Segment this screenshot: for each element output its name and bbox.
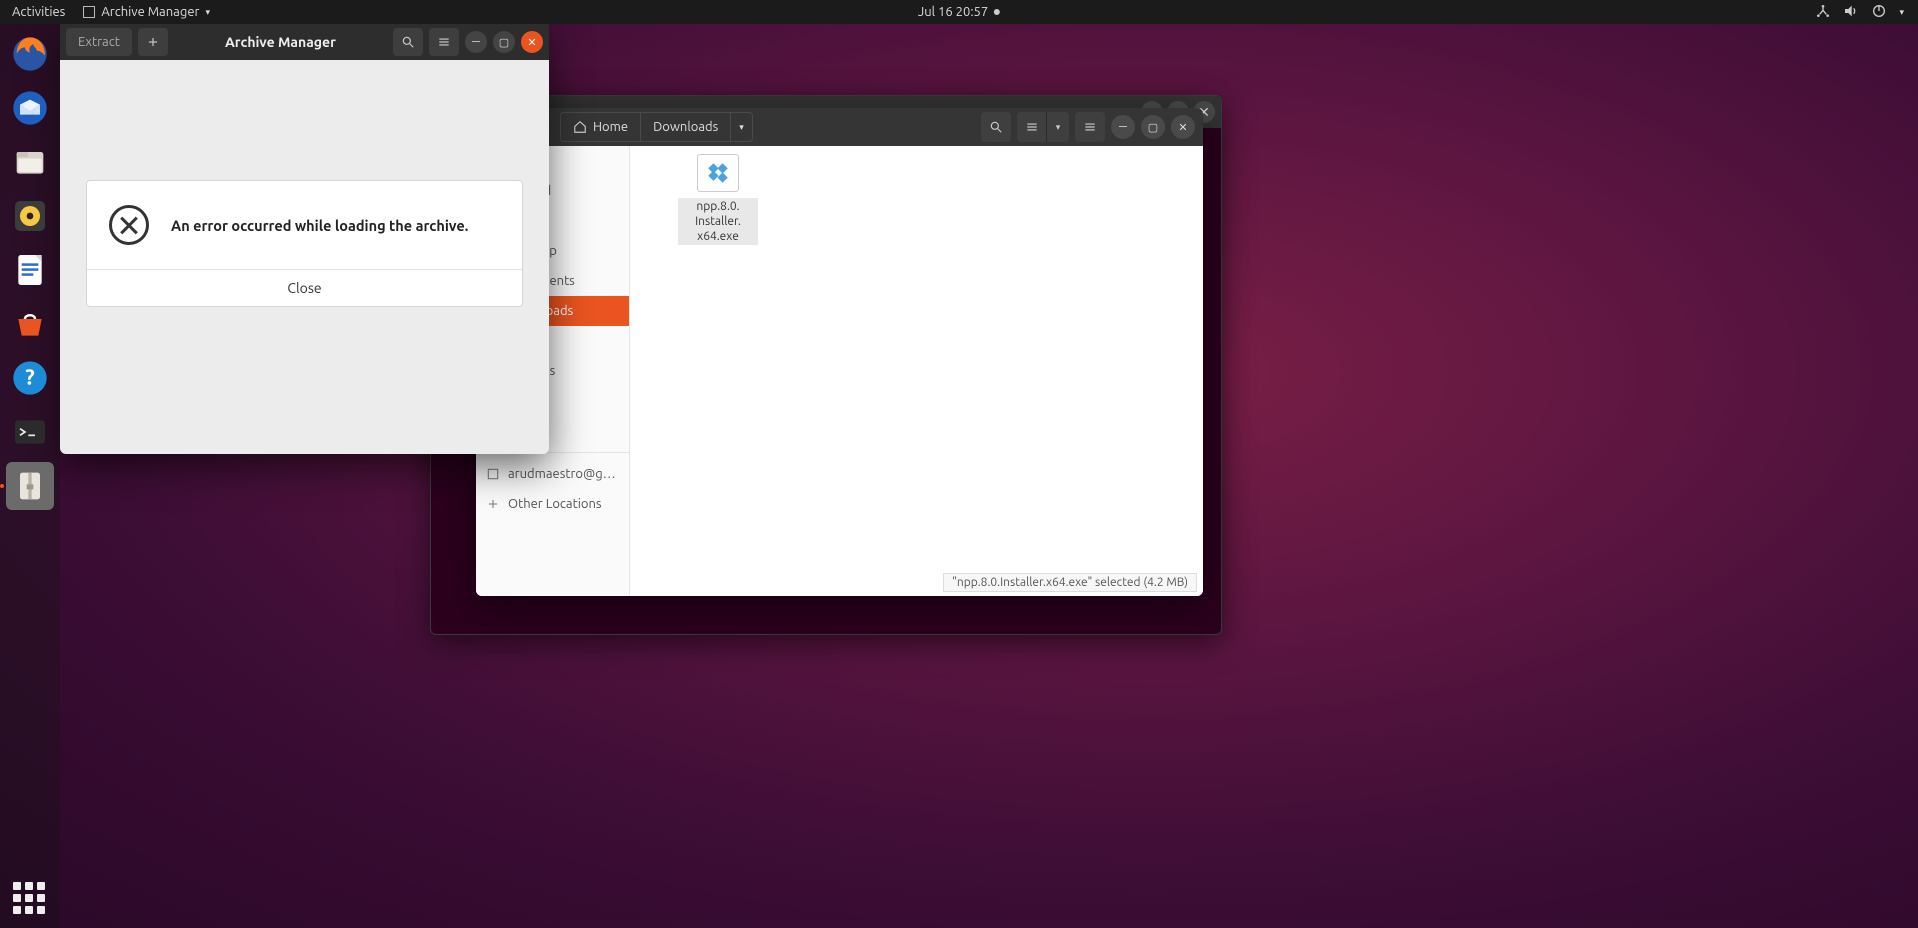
clock-label: Jul 16 20:57 [918,5,988,19]
power-icon[interactable] [1871,3,1887,22]
archive-manager-titlebar: Extract Archive Manager ─ ▢ ✕ [60,24,549,60]
chevron-down-icon: ▾ [1056,122,1061,133]
help-icon: ? [10,358,50,398]
rhythmbox-icon [10,196,50,236]
breadcrumb-home[interactable]: Home [561,113,641,141]
network-icon[interactable] [1815,3,1831,22]
dock-files[interactable] [6,138,54,186]
exe-icon [707,162,729,184]
files-maximize-button[interactable]: ▢ [1141,115,1165,139]
dock-firefox[interactable] [6,30,54,78]
dock: ? [0,24,60,928]
sidebar-account[interactable]: arudmaestro@g… [476,459,629,489]
archive-hamburger-button[interactable] [429,28,459,56]
app-menu-label: Archive Manager [101,5,199,19]
chevron-down-icon: ▾ [205,7,210,18]
breadcrumb-downloads-label: Downloads [653,120,718,134]
archive-manager-icon [10,466,50,506]
activities-button[interactable]: Activities [12,5,65,19]
files-statusbar: "npp.8.0.Installer.x64.exe" selected (4.… [943,573,1197,592]
volume-icon[interactable] [1843,3,1859,22]
error-close-button[interactable]: Close [87,269,522,306]
list-icon [1025,120,1039,134]
files-window[interactable]: Home Downloads ▾ ▾ ─ ▢ ✕ [476,108,1203,596]
dock-software[interactable] [6,300,54,348]
dock-help[interactable]: ? [6,354,54,402]
plus-icon [146,35,160,49]
dock-archive-manager[interactable] [6,462,54,510]
archive-maximize-button[interactable]: ▢ [493,31,515,53]
error-close-label: Close [287,280,321,296]
hamburger-icon [1083,120,1097,134]
error-icon [109,205,149,245]
add-button[interactable] [138,28,168,56]
dock-writer[interactable] [6,246,54,294]
archive-app-icon [83,6,95,18]
notification-dot-icon [994,9,1000,15]
files-content[interactable]: npp.8.0. Installer. x64.exe "npp.8.0.Ins… [630,146,1203,596]
terminal-icon [10,412,50,452]
extract-button-label: Extract [78,35,120,49]
hamburger-icon [437,35,451,49]
archive-manager-title: Archive Manager [174,34,387,50]
files-view-list-button[interactable] [1017,112,1047,142]
archive-close-button[interactable]: ✕ [521,31,543,53]
files-close-button[interactable]: ✕ [1171,115,1195,139]
svg-text:?: ? [25,366,35,390]
firefox-icon [10,34,50,74]
app-menu[interactable]: Archive Manager ▾ [83,5,210,19]
plus-icon [486,497,500,511]
file-item[interactable]: npp.8.0. Installer. x64.exe [678,154,758,245]
files-view-options-button[interactable]: ▾ [1047,112,1069,142]
breadcrumb-menu[interactable]: ▾ [731,113,752,141]
breadcrumb: Home Downloads ▾ [560,112,753,142]
sidebar-other-locations[interactable]: Other Locations [476,489,629,519]
home-icon [573,120,587,134]
file-thumb [697,154,739,192]
files-titlebar: Home Downloads ▾ ▾ ─ ▢ ✕ [476,108,1203,146]
files-status-text: "npp.8.0.Installer.x64.exe" selected (4.… [952,576,1188,589]
chevron-down-icon: ▾ [739,122,744,133]
search-icon [401,35,415,49]
show-applications[interactable] [13,882,47,916]
libreoffice-writer-icon [10,250,50,290]
system-menu-chevron-icon[interactable]: ▾ [1899,7,1904,18]
dock-thunderbird[interactable] [6,84,54,132]
clock[interactable]: Jul 16 20:57 [918,5,1000,19]
archive-manager-window[interactable]: Extract Archive Manager ─ ▢ ✕ An error o… [60,24,549,454]
top-bar: Activities Archive Manager ▾ Jul 16 20:5… [0,0,1918,24]
files-icon [10,142,50,182]
error-dialog: An error occurred while loading the arch… [86,180,523,307]
archive-search-button[interactable] [393,28,423,56]
files-minimize-button[interactable]: ─ [1111,115,1135,139]
ubuntu-software-icon [10,304,50,344]
search-icon [989,120,1003,134]
breadcrumb-home-label: Home [593,120,628,134]
files-hamburger-button[interactable] [1075,112,1105,142]
extract-button[interactable]: Extract [66,28,132,56]
file-label: npp.8.0. Installer. x64.exe [678,198,758,245]
sidebar-other-label: Other Locations [508,497,602,511]
thunderbird-icon [10,88,50,128]
files-search-button[interactable] [981,112,1011,142]
dock-terminal[interactable] [6,408,54,456]
breadcrumb-downloads[interactable]: Downloads [641,113,731,141]
sidebar-account-label: arudmaestro@g… [508,467,616,481]
account-icon [486,467,500,481]
dock-rhythmbox[interactable] [6,192,54,240]
error-message: An error occurred while loading the arch… [171,217,468,234]
archive-minimize-button[interactable]: ─ [465,31,487,53]
